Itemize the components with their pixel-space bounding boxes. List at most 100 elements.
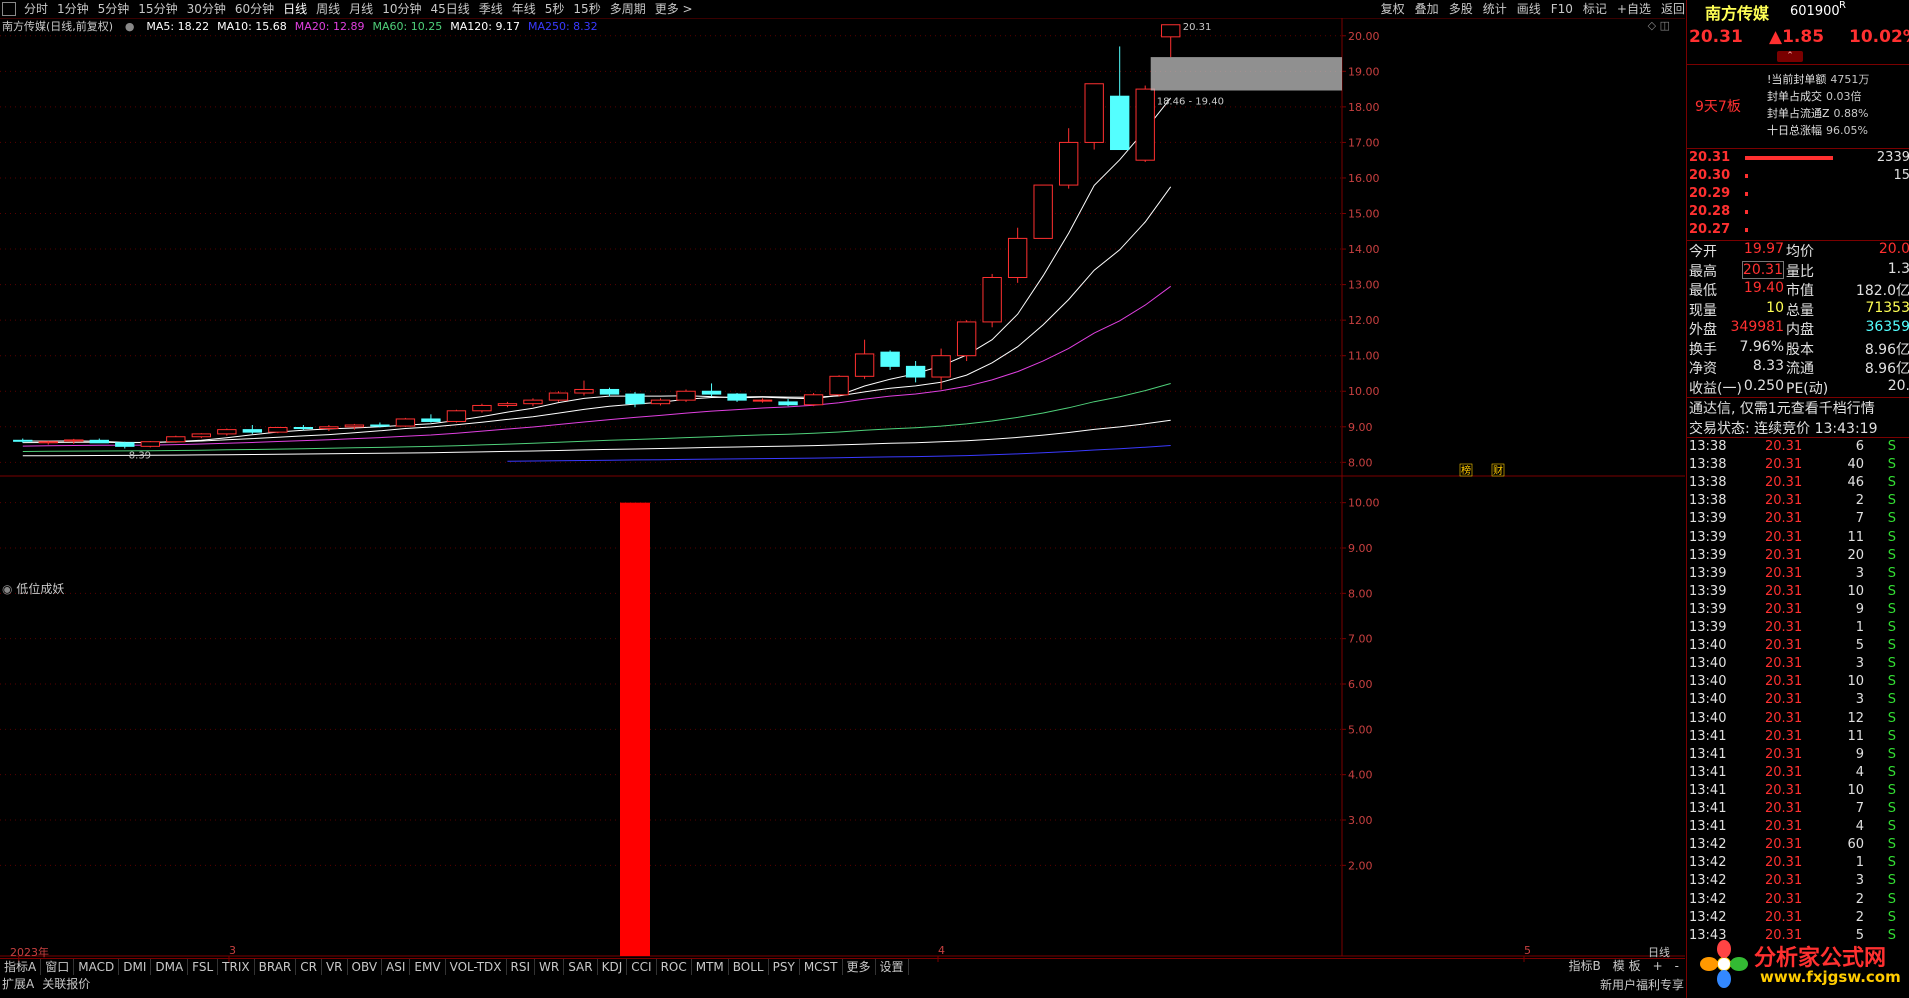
- indicator-tab-right[interactable]: -: [1669, 958, 1685, 974]
- tick-row[interactable]: 13:42 20.31 60 S: [1687, 837, 1909, 855]
- candle-body[interactable]: [829, 375, 849, 396]
- period-tab[interactable]: 月线: [349, 0, 373, 18]
- tick-row[interactable]: 13:39 20.31 1 S: [1687, 620, 1909, 638]
- tool-button[interactable]: +自选: [1617, 0, 1651, 18]
- tool-button[interactable]: 统计: [1483, 0, 1507, 18]
- tick-row[interactable]: 13:39 20.31 10 S: [1687, 584, 1909, 602]
- candle-body[interactable]: [1135, 88, 1155, 161]
- candle-body[interactable]: [370, 424, 390, 427]
- indicator-tab[interactable]: CCI: [627, 959, 657, 975]
- status-tab[interactable]: 关联报价: [42, 976, 90, 992]
- tick-row[interactable]: 13:41 20.31 7 S: [1687, 801, 1909, 819]
- candle-body[interactable]: [982, 276, 1002, 323]
- candle-body[interactable]: [242, 429, 263, 433]
- tick-row[interactable]: 13:41 20.31 9 S: [1687, 747, 1909, 765]
- candle-body[interactable]: [344, 424, 365, 428]
- tick-row[interactable]: 13:38 20.31 2 S: [1687, 493, 1909, 511]
- period-tab[interactable]: 多周期: [610, 0, 646, 18]
- indicator-tab[interactable]: BOLL: [729, 959, 769, 975]
- indicator-tab[interactable]: PSY: [769, 959, 800, 975]
- indicator-tab[interactable]: 更多: [843, 959, 876, 975]
- tick-row[interactable]: 13:41 20.31 4 S: [1687, 819, 1909, 837]
- ask-row[interactable]: 20.31 2339: [1687, 150, 1909, 169]
- period-tab[interactable]: 日线: [283, 0, 307, 18]
- candle-body[interactable]: [319, 426, 339, 430]
- candle-body[interactable]: [625, 393, 645, 405]
- tool-button[interactable]: 叠加: [1415, 0, 1439, 18]
- tick-row[interactable]: 13:42 20.31 1 S: [1687, 855, 1909, 873]
- indicator-tab[interactable]: KDJ: [598, 959, 628, 975]
- indicator-tab[interactable]: MTM: [692, 959, 729, 975]
- tool-button[interactable]: F10: [1551, 0, 1573, 18]
- candle-body[interactable]: [1084, 83, 1104, 143]
- collapse-quote-icon[interactable]: ⌃: [1777, 51, 1803, 62]
- tick-row[interactable]: 13:42 20.31 2 S: [1687, 910, 1909, 928]
- tick-row[interactable]: 13:39 20.31 20 S: [1687, 548, 1909, 566]
- candle-body[interactable]: [803, 394, 824, 406]
- period-tab[interactable]: 60分钟: [235, 0, 274, 18]
- tick-row[interactable]: 13:41 20.31 11 S: [1687, 729, 1909, 747]
- tick-row[interactable]: 13:38 20.31 40 S: [1687, 457, 1909, 475]
- candle-body[interactable]: [778, 401, 798, 406]
- signal-bar[interactable]: [620, 502, 650, 956]
- candle-body[interactable]: [1033, 184, 1053, 239]
- candle-body[interactable]: [13, 439, 33, 442]
- indicator-tab[interactable]: MACD: [74, 959, 120, 975]
- candle-body[interactable]: [1007, 237, 1028, 278]
- candle-body[interactable]: [905, 365, 926, 378]
- period-tab[interactable]: 1分钟: [57, 0, 89, 18]
- indicator-tab[interactable]: CR: [296, 959, 322, 975]
- candle-body[interactable]: [650, 399, 671, 405]
- candle-body[interactable]: [38, 441, 58, 444]
- tool-button[interactable]: 标记: [1583, 0, 1607, 18]
- period-tab[interactable]: 更多 >: [655, 0, 693, 18]
- candle-body[interactable]: [574, 388, 594, 394]
- indicator-tab[interactable]: RSI: [507, 959, 536, 975]
- tick-row[interactable]: 13:40 20.31 12 S: [1687, 711, 1909, 729]
- tool-button[interactable]: 画线: [1517, 0, 1541, 18]
- tool-button[interactable]: 复权: [1381, 0, 1405, 18]
- period-tab[interactable]: 30分钟: [187, 0, 226, 18]
- chart-corner-icons[interactable]: ◇ ◫: [1648, 19, 1670, 32]
- candle-body[interactable]: [880, 351, 900, 367]
- tick-row[interactable]: 13:39 20.31 3 S: [1687, 566, 1909, 584]
- tick-row[interactable]: 13:42 20.31 2 S: [1687, 892, 1909, 910]
- candle-body[interactable]: [1161, 24, 1181, 38]
- period-tab[interactable]: 10分钟: [382, 0, 421, 18]
- indicator-tab[interactable]: TRIX: [218, 959, 255, 975]
- tick-row[interactable]: 13:40 20.31 3 S: [1687, 656, 1909, 674]
- period-tab[interactable]: 周线: [316, 0, 340, 18]
- tick-row[interactable]: 13:40 20.31 5 S: [1687, 638, 1909, 656]
- period-tab[interactable]: 分时: [24, 0, 48, 18]
- candle-body[interactable]: [676, 390, 696, 401]
- ask-row[interactable]: 20.29: [1687, 186, 1909, 205]
- indicator-tab[interactable]: WR: [535, 959, 565, 975]
- ask-row[interactable]: 20.30 15: [1687, 168, 1909, 187]
- candle-body[interactable]: [64, 439, 84, 442]
- candle-body[interactable]: [421, 418, 441, 422]
- indicator-tab[interactable]: 设置: [876, 959, 909, 975]
- candle-body[interactable]: [1110, 95, 1130, 151]
- candle-body[interactable]: [472, 404, 492, 412]
- candle-body[interactable]: [89, 439, 109, 444]
- indicator-tab[interactable]: EMV: [410, 959, 446, 975]
- period-tab[interactable]: 45日线: [430, 0, 469, 18]
- tool-button[interactable]: 返回: [1661, 0, 1685, 18]
- tick-row[interactable]: 13:39 20.31 11 S: [1687, 530, 1909, 548]
- promo-link[interactable]: 新用户福利专享: [1600, 976, 1684, 993]
- candle-body[interactable]: [115, 442, 135, 447]
- tick-row[interactable]: 13:39 20.31 9 S: [1687, 602, 1909, 620]
- period-tab[interactable]: 季线: [479, 0, 503, 18]
- collapse-icon[interactable]: ◉: [2, 582, 12, 596]
- tick-row[interactable]: 13:41 20.31 4 S: [1687, 765, 1909, 783]
- candle-body[interactable]: [956, 321, 977, 357]
- period-tab[interactable]: 5秒: [545, 0, 565, 18]
- candle-body[interactable]: [191, 433, 212, 438]
- kline-chart[interactable]: 8.39 20.31 18.46 - 19.40 榜 财 20.00 19.00 18.00…: [0, 18, 1685, 976]
- indicator-tab[interactable]: OBV: [348, 959, 383, 975]
- candle-body[interactable]: [395, 418, 416, 427]
- tick-row[interactable]: 13:40 20.31 3 S: [1687, 692, 1909, 710]
- period-tab[interactable]: 5分钟: [98, 0, 130, 18]
- indicator-tab[interactable]: ASI: [382, 959, 411, 975]
- tick-row[interactable]: 13:42 20.31 3 S: [1687, 873, 1909, 891]
